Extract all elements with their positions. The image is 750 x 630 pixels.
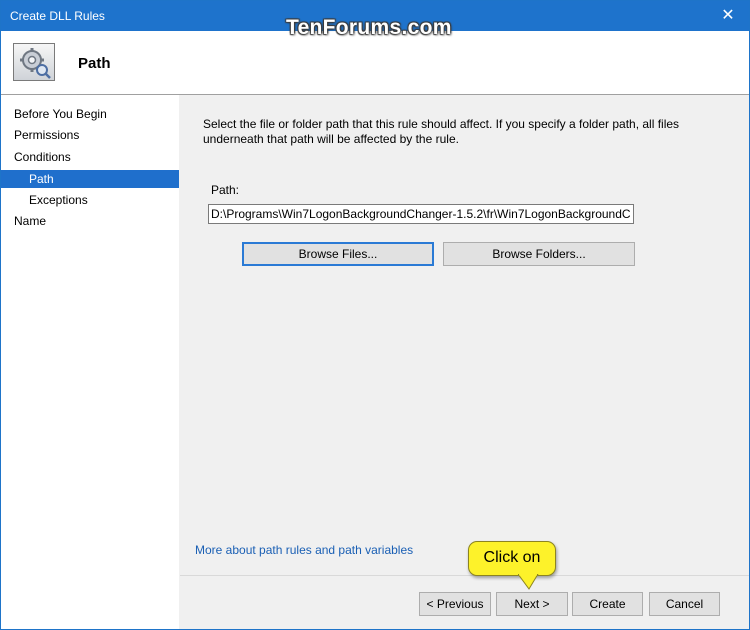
click-on-callout: Click on: [468, 541, 556, 576]
window-title: Create DLL Rules: [10, 9, 105, 23]
sidebar-item-permissions[interactable]: Permissions: [1, 126, 179, 144]
path-input[interactable]: [208, 204, 634, 224]
path-label: Path:: [211, 183, 240, 197]
close-button[interactable]: ✕: [713, 4, 743, 28]
watermark-logo: TenForums.com: [286, 16, 452, 39]
previous-button[interactable]: < Previous: [419, 592, 491, 616]
callout-text: Click on: [483, 549, 541, 566]
page-title: Path: [78, 55, 111, 72]
sidebar-item-exceptions[interactable]: Exceptions: [1, 191, 179, 209]
sidebar-item-conditions[interactable]: Conditions: [1, 148, 179, 166]
footer-divider: [180, 575, 749, 576]
content-pane: Select the file or folder path that this…: [180, 95, 749, 629]
instructions-line-2: underneath that path will be affected by…: [203, 132, 459, 146]
browse-folders-button[interactable]: Browse Folders...: [443, 242, 635, 266]
create-button[interactable]: Create: [572, 592, 643, 616]
sidebar-item-before-you-begin[interactable]: Before You Begin: [1, 105, 179, 123]
wizard-steps-sidebar: Before You Begin Permissions Conditions …: [1, 95, 179, 629]
path-rules-help-link[interactable]: More about path rules and path variables: [195, 543, 413, 557]
next-button[interactable]: Next >: [496, 592, 568, 616]
callout-pointer-icon: [518, 574, 539, 590]
instructions-line-1: Select the file or folder path that this…: [203, 117, 680, 131]
cancel-button[interactable]: Cancel: [649, 592, 720, 616]
instructions-text: Select the file or folder path that this…: [203, 117, 703, 147]
gear-magnifier-icon: [13, 43, 55, 81]
wizard-header: Path: [1, 31, 749, 95]
browse-files-button[interactable]: Browse Files...: [242, 242, 434, 266]
sidebar-item-path[interactable]: Path: [1, 170, 179, 188]
sidebar-item-name[interactable]: Name: [1, 212, 179, 230]
create-dll-rules-window: Create DLL Rules ✕ Path Before You Begin…: [0, 0, 750, 630]
